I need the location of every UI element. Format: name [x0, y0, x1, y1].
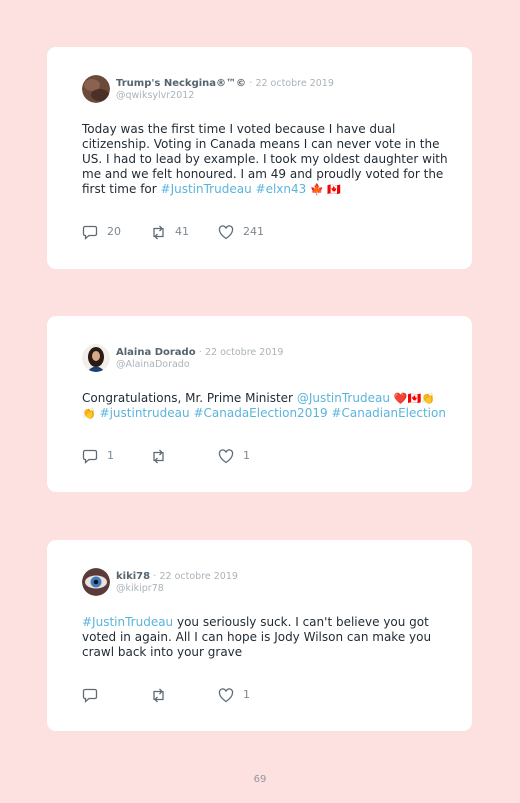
tweet-card: kiki78 · 22 octobre 2019 @kikipr78 #Just… — [47, 540, 472, 731]
name-line: Trump's Neckgina®™© · 22 octobre 2019 — [116, 77, 334, 90]
retweet-count: 41 — [175, 225, 189, 238]
hashtag-link[interactable]: #JustinTrudeau — [82, 615, 173, 629]
reply-count: 20 — [107, 225, 121, 238]
emoji: 👏 — [82, 407, 96, 420]
tweet-actions: 20 41 241 — [82, 224, 382, 240]
like-count: 241 — [243, 225, 264, 238]
tweet-text-plain: Congratulations, Mr. Prime Minister — [82, 391, 297, 405]
retweet-icon — [153, 449, 164, 464]
separator: · — [249, 78, 253, 89]
user-name[interactable]: Alaina Dorado — [116, 347, 196, 358]
retweet-icon — [153, 225, 164, 240]
tweet-text: Congratulations, Mr. Prime Minister @Jus… — [82, 391, 452, 421]
tweet-date[interactable]: 22 octobre 2019 — [159, 571, 237, 582]
tweet-actions: 1 1 — [82, 448, 382, 464]
avatar[interactable] — [82, 568, 110, 596]
page-number: 69 — [253, 774, 267, 785]
tweet-card: Trump's Neckgina®™© · 22 octobre 2019 @q… — [47, 47, 472, 269]
tweet-date[interactable]: 22 octobre 2019 — [205, 347, 283, 358]
mention-link[interactable]: @JustinTrudeau — [297, 391, 390, 405]
like-count: 1 — [243, 688, 250, 701]
user-handle[interactable]: @qwiksylvr2012 — [116, 90, 194, 102]
heart-icon — [218, 449, 234, 464]
heart-icon — [218, 688, 234, 703]
separator: · — [198, 347, 202, 358]
name-line: Alaina Dorado · 22 octobre 2019 — [116, 346, 283, 359]
reply-icon — [82, 688, 98, 703]
reply-icon — [82, 225, 98, 240]
hashtag-link[interactable]: #CanadaElection2019 — [193, 406, 327, 420]
user-handle[interactable]: @AlainaDorado — [116, 359, 190, 371]
retweet-icon — [153, 688, 164, 703]
avatar[interactable] — [82, 344, 110, 372]
hashtag-link[interactable]: #justintrudeau — [100, 406, 190, 420]
tweet-text: #JustinTrudeau you seriously suck. I can… — [82, 615, 452, 660]
tweet-card: Alaina Dorado · 22 octobre 2019 @AlainaD… — [47, 316, 472, 492]
emoji: 🍁 🇨🇦 — [310, 183, 341, 196]
user-name[interactable]: kiki78 — [116, 571, 150, 582]
hashtag-link[interactable]: #CanadianElection — [331, 406, 446, 420]
avatar[interactable] — [82, 75, 110, 103]
tweet-actions: 1 — [82, 687, 382, 703]
user-handle[interactable]: @kikipr78 — [116, 583, 164, 595]
reply-icon — [82, 449, 98, 464]
user-name[interactable]: Trump's Neckgina®™© — [116, 78, 246, 89]
hashtag-link[interactable]: #elxn43 — [256, 182, 307, 196]
tweet-text: Today was the first time I voted because… — [82, 122, 452, 197]
separator: · — [153, 571, 157, 582]
like-count: 1 — [243, 449, 250, 462]
name-line: kiki78 · 22 octobre 2019 — [116, 570, 238, 583]
emoji: ❤️🇨🇦👏 — [393, 392, 435, 405]
tweet-date[interactable]: 22 octobre 2019 — [255, 78, 333, 89]
hashtag-link[interactable]: #JustinTrudeau — [161, 182, 252, 196]
reply-count: 1 — [107, 449, 114, 462]
heart-icon — [218, 225, 234, 240]
